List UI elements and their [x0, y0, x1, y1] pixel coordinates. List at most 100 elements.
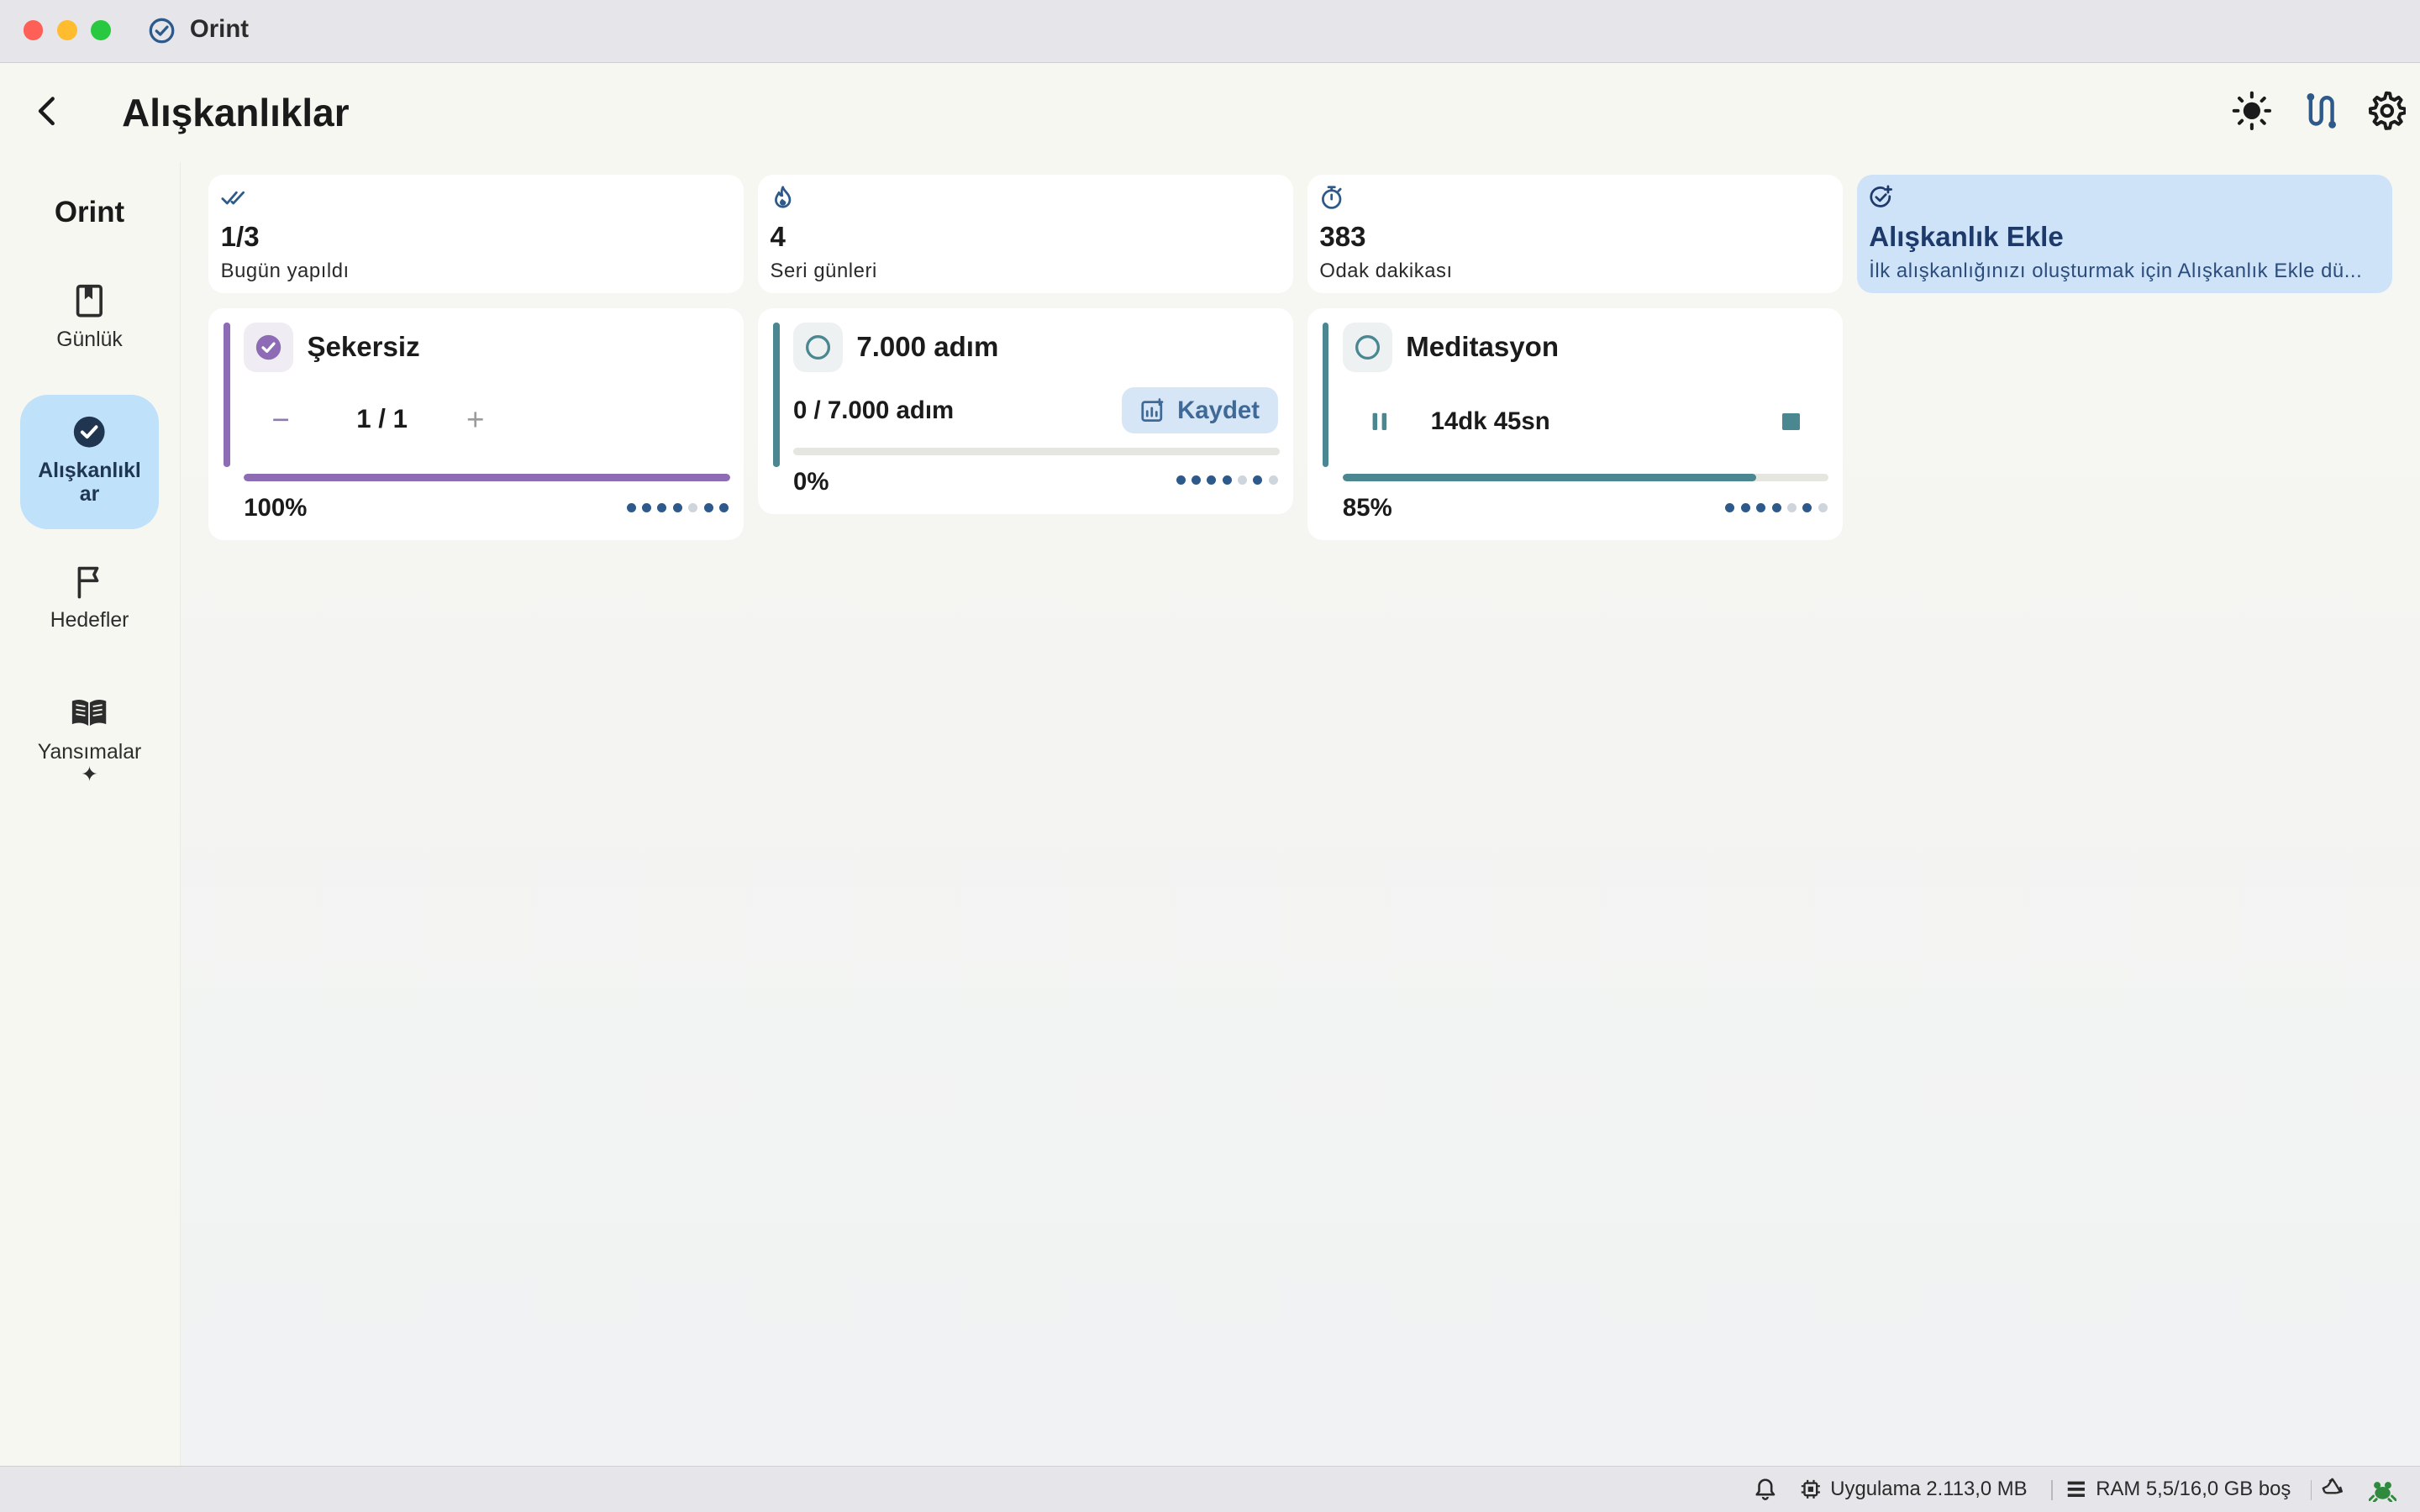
sidebar-item-hedefler[interactable]: Hedefler — [20, 563, 159, 655]
sun-icon — [2232, 92, 2271, 131]
sidebar: Orint Günlük Alışkanlıklar Hedefler Yans… — [0, 161, 181, 1466]
open-book-icon — [71, 695, 108, 732]
habit-step-value: 0 / 7.000 adım — [793, 396, 955, 425]
habit-complete-toggle[interactable] — [1342, 322, 1392, 372]
route-button[interactable] — [2296, 88, 2343, 134]
page-header: Alışkanlıklar — [0, 63, 2420, 162]
stat-card-done-today: 1/3 Bugün yapıldı — [208, 174, 744, 293]
decrement-button[interactable]: − — [264, 402, 297, 438]
page-title: Alışkanlıklar — [122, 90, 350, 134]
habit-complete-toggle[interactable] — [793, 322, 843, 372]
bookmark-icon — [71, 282, 108, 319]
history-dot — [657, 502, 667, 512]
history-dot — [1222, 475, 1232, 485]
theme-toggle-button[interactable] — [2228, 88, 2275, 134]
stat-card-focus-minutes: 383 Odak dakikası — [1307, 174, 1843, 293]
history-dot — [1191, 475, 1201, 485]
back-button[interactable] — [24, 88, 71, 134]
week-history — [626, 502, 729, 512]
empty-circle-icon — [805, 334, 830, 360]
habit-counter: 1 / 1 — [356, 404, 408, 434]
pause-timer-button[interactable] — [1365, 407, 1393, 435]
history-dot — [1818, 502, 1828, 512]
habit-color-bar — [1323, 322, 1329, 468]
memory-icon — [2067, 1481, 2085, 1497]
habit-progress-bar — [793, 447, 1280, 455]
sidebar-item-yansimalar[interactable]: Yansımalar ✦ — [20, 695, 159, 818]
status-divider — [2310, 1480, 2312, 1501]
history-dot — [1176, 475, 1186, 485]
add-habit-title: Alışkanlık Ekle — [1869, 222, 2064, 254]
double-check-icon — [221, 185, 245, 209]
increment-button[interactable]: + — [458, 402, 492, 438]
history-dot — [1725, 502, 1735, 512]
ram-text: RAM 5,5/16,0 GB boş — [2096, 1477, 2291, 1500]
sidebar-item-label: Hedefler — [50, 609, 129, 633]
sidebar-item-aliskanliklar[interactable]: Alışkanlıklar — [19, 395, 160, 529]
stopwatch-icon — [1319, 185, 1344, 210]
habit-progress-fill — [1342, 473, 1756, 482]
app-memory-text: Uygulama 2.113,0 MB — [1830, 1477, 2028, 1500]
stop-timer-button[interactable] — [1782, 413, 1800, 431]
window-titlebar: Orint — [0, 0, 2420, 64]
stat-value: 383 — [1319, 222, 1366, 254]
status-divider — [2050, 1480, 2053, 1501]
notifications-button[interactable] — [1754, 1478, 1776, 1501]
history-dot — [1238, 475, 1248, 485]
history-dot — [642, 502, 652, 512]
sidebar-item-label: Günlük — [56, 328, 123, 352]
habit-color-bar — [224, 322, 230, 468]
history-dot — [672, 502, 682, 512]
checked-circle-icon — [255, 334, 281, 360]
history-dot — [688, 502, 698, 512]
add-check-icon — [1869, 185, 1893, 209]
history-dot — [626, 502, 636, 512]
recycle-icon — [2322, 1478, 2344, 1494]
stat-label: Odak dakikası — [1319, 259, 1453, 282]
stat-value: 4 — [770, 222, 786, 254]
stat-label: Seri günleri — [770, 259, 877, 282]
habit-card: 7.000 adım 0 / 7.000 adım Kaydet 0% — [757, 308, 1294, 514]
stat-label: Bugün yapıldı — [220, 259, 350, 282]
status-bar: Uygulama 2.113,0 MB RAM 5,5/16,0 GB boş — [0, 1465, 2420, 1512]
close-window-button[interactable] — [23, 19, 44, 40]
pause-icon — [1372, 412, 1387, 430]
sidebar-item-label: Yansımalar ✦ — [37, 740, 142, 787]
habit-card: Şekersiz − 1 / 1 + 100% — [208, 308, 744, 540]
habit-complete-toggle[interactable] — [244, 322, 293, 372]
history-dot — [1268, 475, 1278, 485]
empty-circle-icon — [1355, 334, 1380, 360]
habit-card: Meditasyon 14dk 45sn 85% — [1307, 308, 1843, 540]
history-dot — [718, 502, 729, 512]
chip-icon — [1801, 1479, 1820, 1499]
habit-timer: 14dk 45sn — [1430, 407, 1550, 435]
sidebar-item-label: Alışkanlıklar — [38, 459, 141, 506]
log-button-label: Kaydet — [1177, 396, 1260, 424]
sidebar-brand: Orint — [54, 196, 125, 229]
settings-button[interactable] — [2363, 88, 2409, 134]
app-check-icon — [148, 17, 176, 45]
habit-progress-fill — [244, 473, 730, 482]
history-dot — [1740, 502, 1750, 512]
gear-icon — [2368, 92, 2407, 131]
log-button[interactable]: Kaydet — [1122, 386, 1278, 434]
sidebar-item-gunluk[interactable]: Günlük — [20, 282, 159, 375]
add-habit-card[interactable]: Alışkanlık Ekle İlk alışkanlığınızı oluş… — [1856, 174, 2392, 293]
history-dot — [1771, 502, 1781, 512]
habit-percent: 85% — [1342, 493, 1392, 522]
history-dot — [1802, 502, 1812, 512]
add-habit-hint: İlk alışkanlığınızı oluşturmak için Alış… — [1869, 259, 2363, 282]
habit-progress-bar — [244, 473, 730, 482]
history-dot — [703, 502, 713, 512]
recycle-button[interactable] — [2321, 1478, 2344, 1501]
history-dot — [1253, 475, 1263, 485]
stat-card-streak: 4 Seri günleri — [757, 174, 1294, 293]
week-history — [1176, 475, 1278, 485]
frog-mascot-icon[interactable] — [2369, 1478, 2397, 1503]
zoom-window-button[interactable] — [91, 19, 112, 40]
check-circle-icon — [71, 413, 108, 450]
habit-percent: 0% — [793, 467, 829, 496]
minimize-window-button[interactable] — [56, 19, 77, 40]
stat-value: 1/3 — [220, 222, 260, 254]
bell-icon — [1755, 1478, 1776, 1500]
